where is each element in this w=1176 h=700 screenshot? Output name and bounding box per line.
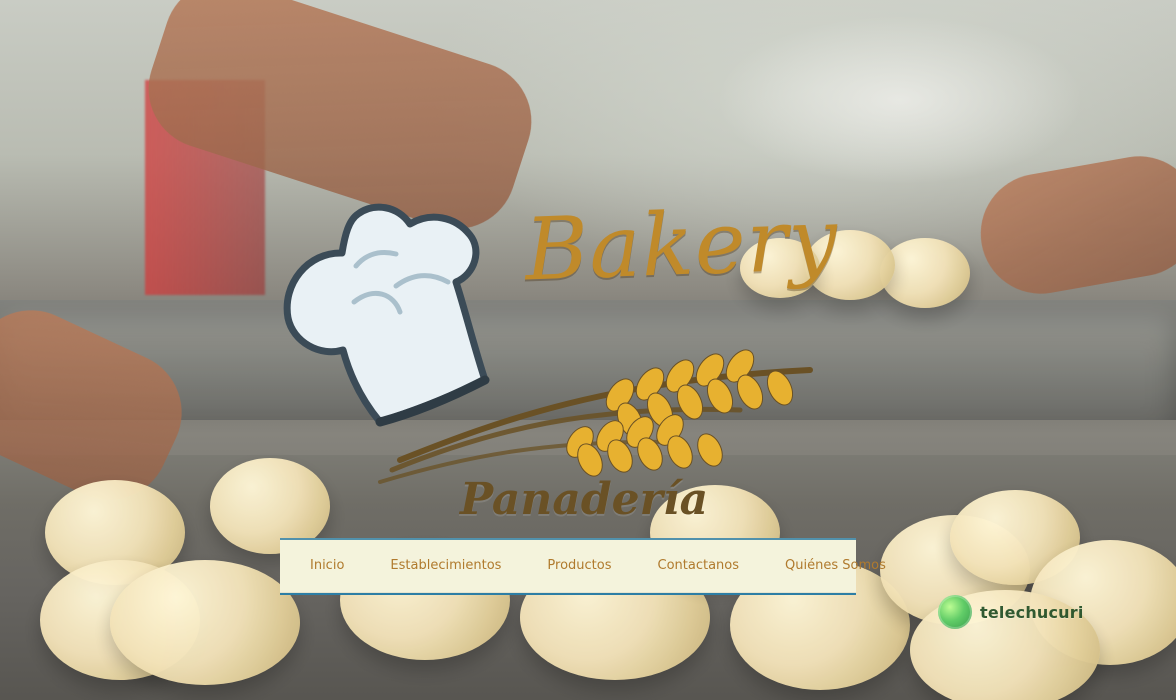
chef-hat-icon: [283, 203, 490, 427]
nav-item-inicio[interactable]: Inicio: [298, 550, 356, 581]
hand-image: [971, 146, 1176, 304]
watermark-text: telechucuri: [980, 602, 1084, 622]
logo-graphic: [283, 203, 813, 484]
nav-item-establecimientos[interactable]: Establecimientos: [378, 550, 513, 581]
nav-item-quienes-somos[interactable]: Quiénes Somos: [773, 550, 898, 581]
channel-watermark: telechucuri: [938, 588, 1138, 636]
nav-item-contactanos[interactable]: Contactanos: [646, 550, 752, 581]
dough-ball: [110, 560, 300, 685]
watermark-globe-icon: [938, 595, 972, 629]
nav-list: Inicio Establecimientos Productos Contac…: [280, 538, 886, 593]
main-navigation: Inicio Establecimientos Productos Contac…: [280, 538, 886, 595]
bakery-logo: [270, 190, 890, 530]
nav-item-productos[interactable]: Productos: [535, 550, 623, 581]
